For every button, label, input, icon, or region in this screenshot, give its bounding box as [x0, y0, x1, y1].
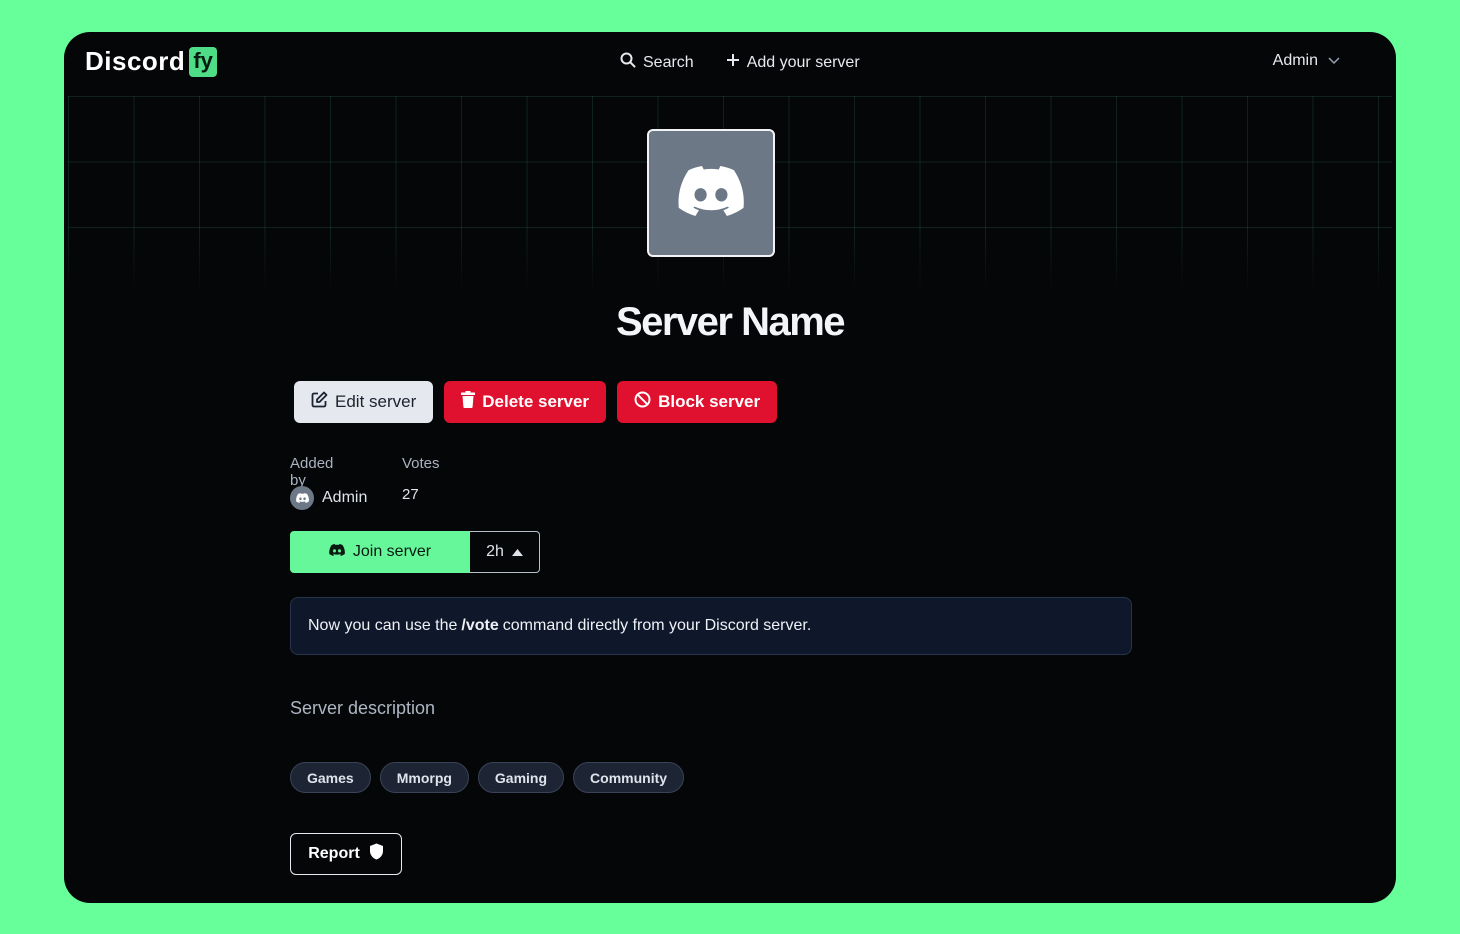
block-server-label: Block server: [658, 392, 761, 411]
report-label: Report: [308, 845, 360, 862]
top-navbar: Discord fy Search Add your server Admin: [64, 32, 1396, 96]
block-server-button[interactable]: Block server: [617, 381, 778, 423]
nav-add-server-label: Add your server: [746, 53, 860, 71]
join-server-button[interactable]: Join server: [290, 531, 470, 573]
avatar: [290, 486, 314, 510]
nav-add-server[interactable]: Add your server: [726, 52, 860, 73]
chevron-down-icon: [1328, 52, 1340, 70]
shield-icon: [369, 843, 384, 865]
vote-timer-label: 2h: [486, 543, 504, 560]
app-window: Discord fy Search Add your server Admin: [64, 32, 1396, 903]
report-button[interactable]: Report: [290, 833, 402, 875]
vote-timer-button[interactable]: 2h: [470, 531, 540, 573]
added-by-user[interactable]: Admin: [290, 486, 367, 510]
site-logo[interactable]: Discord fy: [85, 46, 217, 77]
edit-icon: [311, 391, 328, 413]
user-menu-label: Admin: [1272, 52, 1318, 69]
notice-text-after: command directly from your Discord serve…: [502, 617, 812, 634]
ban-icon: [634, 391, 651, 413]
main-nav: Search Add your server: [620, 52, 860, 73]
votes-label: Votes: [402, 455, 440, 472]
delete-server-label: Delete server: [482, 392, 590, 411]
notice-command: /vote: [461, 617, 499, 634]
user-menu[interactable]: Admin: [1273, 52, 1340, 70]
server-avatar: [647, 129, 775, 257]
nav-search-label: Search: [643, 53, 694, 71]
caret-up-icon: [511, 543, 523, 561]
discord-icon: [329, 543, 345, 561]
votes-block: Votes 27: [402, 455, 440, 503]
tag-community[interactable]: Community: [573, 762, 685, 793]
server-actions: Edit server Delete server Block server: [294, 381, 778, 423]
added-by-block: Added by Admin: [290, 455, 367, 510]
nav-search[interactable]: Search: [620, 52, 694, 73]
join-server-label: Join server: [352, 543, 432, 560]
join-group: Join server 2h: [290, 531, 540, 573]
edit-server-label: Edit server: [335, 392, 417, 411]
tag-games[interactable]: Games: [290, 762, 371, 793]
search-icon: [620, 52, 636, 73]
logo-text: Discord: [85, 46, 186, 76]
trash-icon: [461, 391, 476, 413]
vote-command-notice: Now you can use the /vote command direct…: [290, 597, 1132, 655]
server-title: Server Name: [615, 300, 846, 344]
delete-server-button[interactable]: Delete server: [444, 381, 607, 423]
server-description: Server description: [290, 698, 436, 718]
votes-count: 27: [402, 486, 419, 503]
notice-text-before: Now you can use the: [308, 617, 458, 634]
plus-icon: [726, 53, 740, 72]
tag-mmorpg[interactable]: Mmorpg: [379, 762, 469, 793]
added-by-label: Added by: [290, 455, 334, 489]
tag-gaming[interactable]: Gaming: [477, 762, 565, 793]
added-by-name: Admin: [322, 489, 368, 506]
logo-badge: fy: [189, 46, 217, 77]
discord-logo-icon: [678, 165, 744, 221]
tag-list: Games Mmorpg Gaming Community: [290, 762, 685, 793]
edit-server-button[interactable]: Edit server: [294, 381, 434, 423]
